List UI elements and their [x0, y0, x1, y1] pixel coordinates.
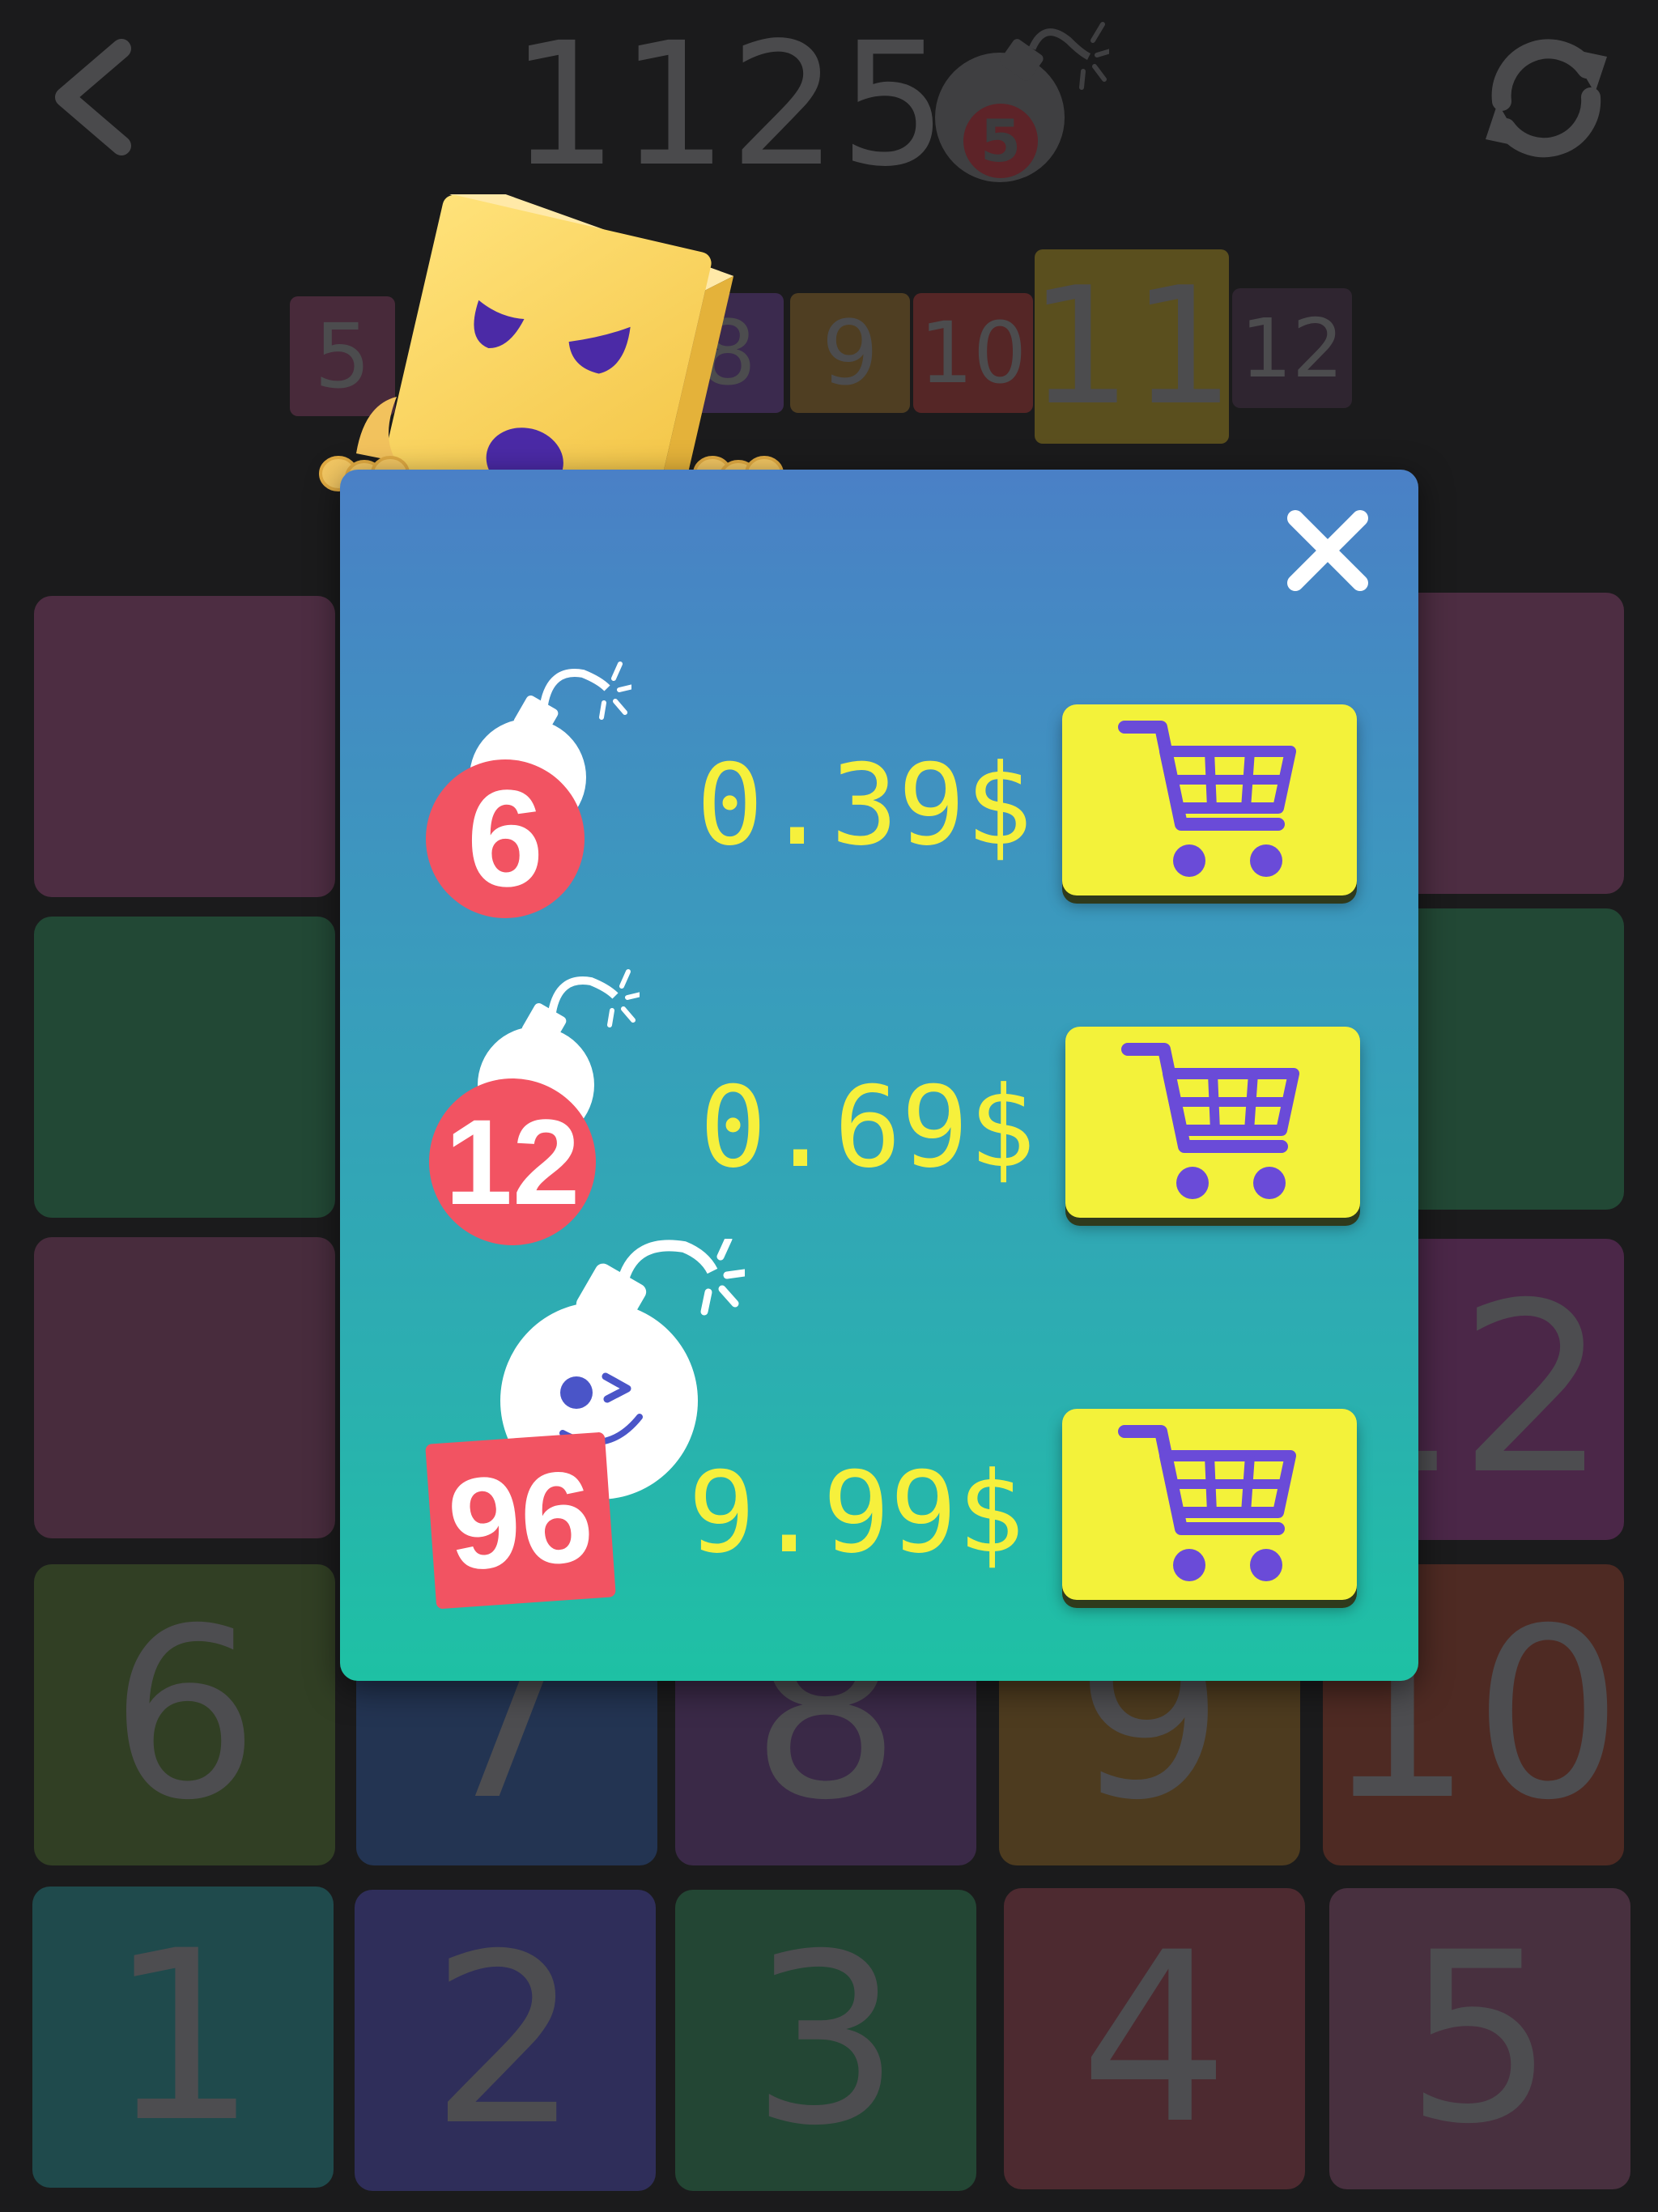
bomb-quantity-badge: 96: [425, 1431, 616, 1610]
level-tile: 12: [1232, 288, 1352, 408]
offer-price: 9.99$: [688, 1448, 1025, 1578]
offer-price: 0.39$: [696, 740, 1033, 870]
cart-icon: [1118, 721, 1296, 877]
cart-icon: [1121, 1043, 1299, 1199]
mascot-character: [319, 194, 784, 502]
bomb-quantity-badge: 12: [429, 1078, 596, 1245]
board-tile[interactable]: [34, 596, 335, 897]
board-tile[interactable]: 4: [1004, 1888, 1305, 2189]
shop-dialog: 6 0.39$ 12 0.69$ 96 9.99$: [340, 470, 1418, 1681]
board-tile[interactable]: 2: [355, 1890, 656, 2191]
chevron-left-icon: [55, 39, 131, 155]
bomb-count-badge: 5: [963, 104, 1038, 178]
board-tile[interactable]: [34, 1237, 335, 1538]
buy-button[interactable]: [1062, 1409, 1357, 1600]
close-icon: [1287, 510, 1368, 591]
board-tile[interactable]: 6: [34, 1564, 335, 1865]
level-tile: 10: [913, 293, 1033, 413]
board-tile[interactable]: 5: [1329, 1888, 1630, 2189]
board-tile[interactable]: [34, 917, 335, 1218]
board-tile[interactable]: 3: [675, 1890, 976, 2191]
close-button[interactable]: [1279, 502, 1376, 599]
level-tile-current: 11: [1029, 249, 1235, 444]
board-tile[interactable]: 1: [32, 1887, 334, 2188]
restart-button[interactable]: [1473, 24, 1619, 170]
score: 1125: [510, 6, 950, 204]
buy-button[interactable]: [1062, 704, 1357, 895]
buy-button[interactable]: [1065, 1027, 1360, 1218]
offer-price: 0.69$: [699, 1062, 1036, 1193]
bomb-quantity-badge: 6: [426, 759, 585, 918]
refresh-icon: [1486, 39, 1607, 158]
cart-icon: [1118, 1425, 1296, 1581]
back-button[interactable]: [16, 24, 162, 170]
